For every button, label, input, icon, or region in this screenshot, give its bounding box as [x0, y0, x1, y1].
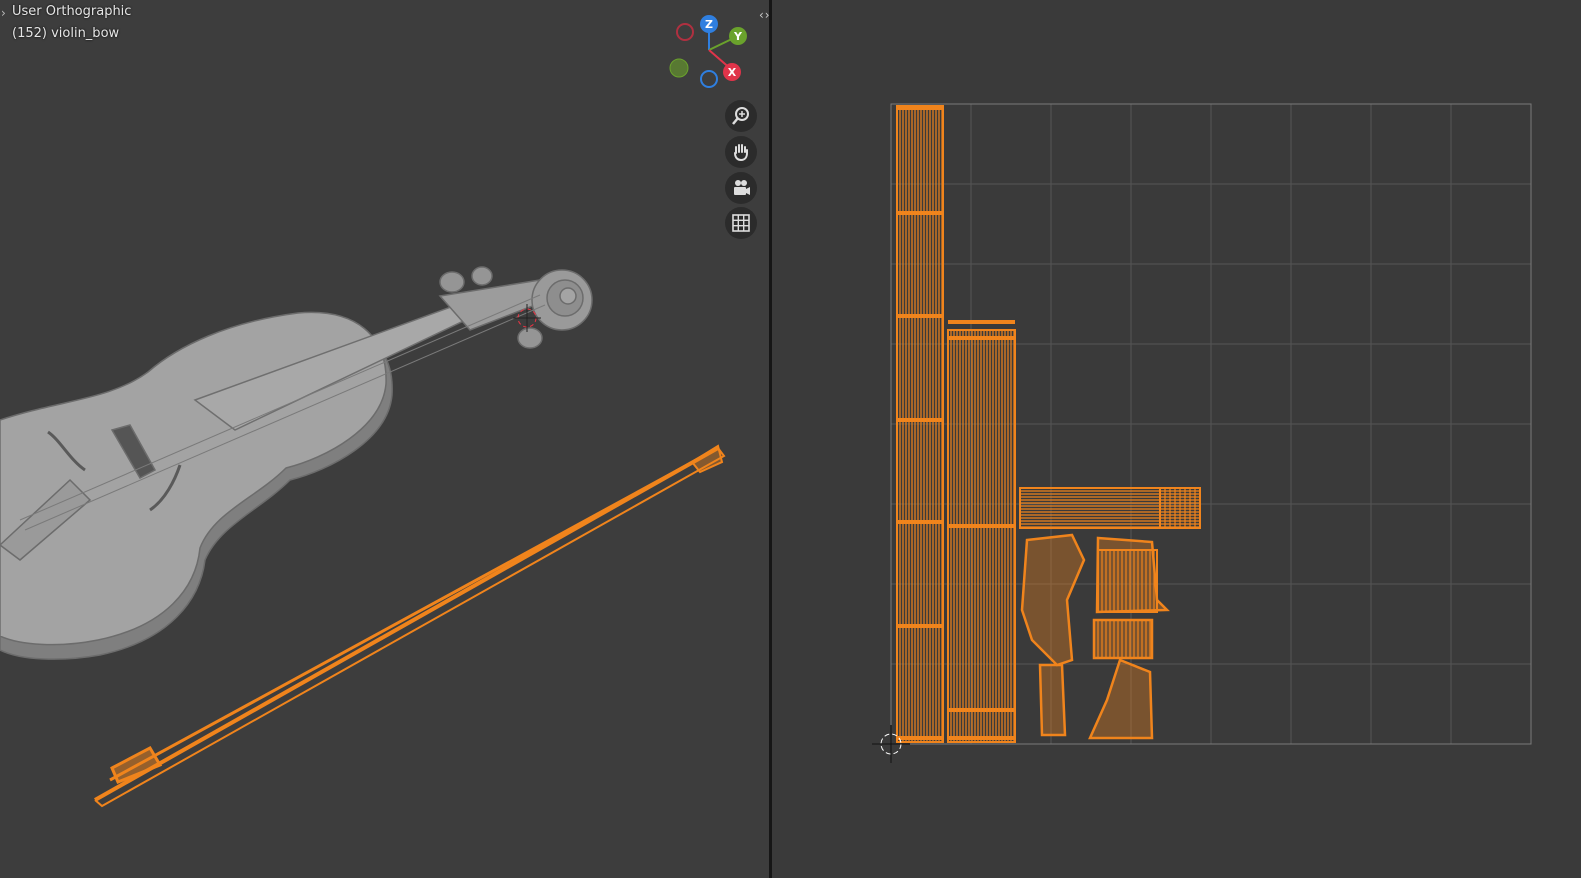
view-name-label: User Orthographic: [12, 4, 132, 19]
zoom-button[interactable]: [725, 100, 757, 132]
uv-island-hair: [947, 329, 1016, 743]
camera-view-button[interactable]: [725, 172, 757, 204]
uv-island-frog-2: [1038, 663, 1067, 737]
camera-icon: [734, 180, 750, 195]
grid-icon: [732, 214, 750, 232]
neg-y-axis-icon: [669, 58, 689, 78]
uv-island-tube: [1019, 487, 1201, 529]
uv-island-frog-5: [1088, 658, 1154, 740]
2d-cursor-icon: [872, 725, 910, 763]
neg-x-axis-icon: [676, 23, 694, 41]
pan-hand-icon: [734, 144, 748, 162]
pan-button[interactable]: [725, 136, 757, 168]
z-axis-label: Z: [705, 18, 713, 31]
y-axis-label: Y: [733, 30, 743, 43]
uv-editor[interactable]: [772, 0, 1581, 878]
split-arrows-icon[interactable]: ‹›: [759, 8, 771, 22]
active-object-label: (152) violin_bow: [12, 26, 120, 41]
x-axis-label: X: [728, 66, 737, 79]
zoom-icon: [732, 107, 749, 125]
uv-canvas: [872, 103, 1532, 763]
scene-render: [0, 266, 726, 808]
uv-island-frog-4: [1092, 618, 1154, 660]
uv-island-frog-1: [1020, 533, 1086, 667]
violin-model: [0, 266, 593, 660]
perspective-toggle-button[interactable]: [725, 207, 757, 239]
3d-viewport[interactable]: › User Orthographic (152) violin_bow Z Y…: [0, 0, 769, 878]
neg-z-axis-icon: [700, 70, 718, 88]
collapse-arrow-icon[interactable]: ›: [1, 6, 6, 20]
axis-gizmo[interactable]: Z Y X: [664, 12, 754, 92]
